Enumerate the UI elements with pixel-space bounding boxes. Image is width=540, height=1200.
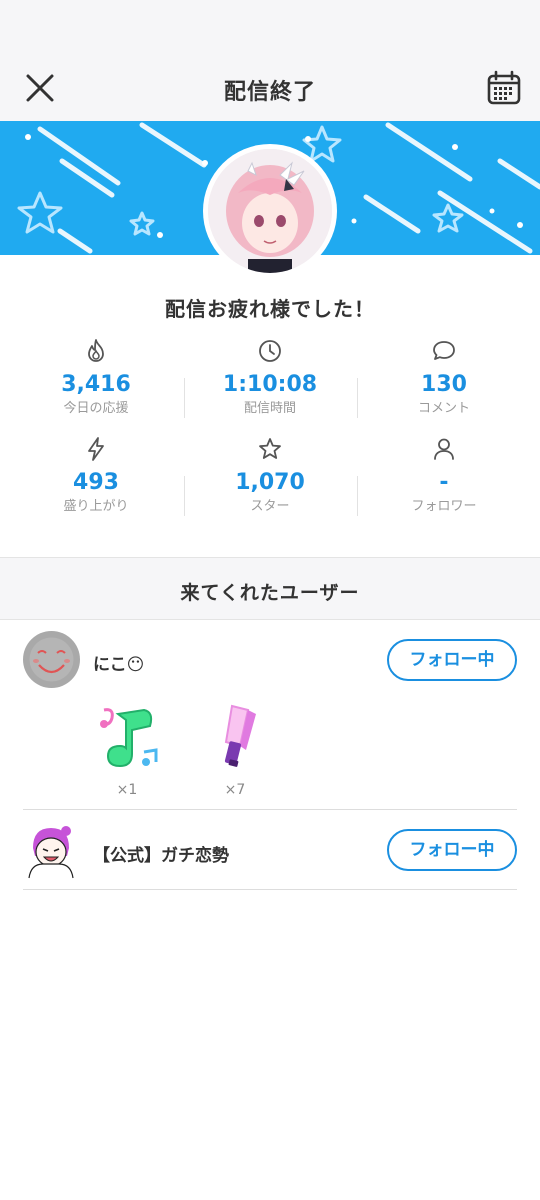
visitors-section-header: 来てくれたユーザー (0, 557, 540, 620)
gift-count: ×7 (224, 782, 246, 798)
follow-button[interactable]: フォロー中 (387, 829, 517, 871)
comment-icon (433, 341, 455, 360)
streamer-avatar (203, 144, 337, 278)
stat-value: 130 (421, 372, 467, 397)
user-name[interactable]: 【公式】ガチ恋勢 (93, 841, 229, 866)
avatar[interactable] (23, 631, 80, 688)
gift-item: ×7 (200, 702, 270, 798)
stat-value: 493 (73, 470, 119, 495)
stat-value: 3,416 (61, 372, 131, 397)
header: 配信終了 (0, 50, 540, 122)
gift-count: ×1 (116, 782, 138, 798)
user-avatar-image (23, 822, 80, 879)
calendar-icon[interactable] (486, 70, 522, 106)
stat-label: フォロワー (411, 499, 477, 514)
music-note-gift-icon (100, 708, 158, 768)
avatar[interactable] (23, 822, 80, 879)
stat-stars: 1,070 スター (180, 436, 360, 516)
stat-label: コメント (417, 401, 470, 416)
row-divider (23, 889, 517, 890)
star-icon (259, 438, 281, 459)
clock-icon (259, 340, 281, 362)
stat-label: 配信時間 (243, 401, 296, 416)
stat-value: 1,070 (235, 470, 305, 495)
user-name[interactable]: にこ😶 (93, 650, 144, 675)
stat-excitement: 493 盛り上がり (6, 436, 186, 516)
stat-comments: 130 コメント (354, 338, 534, 418)
row-divider (23, 809, 517, 810)
stat-stream-time: 1:10:08 配信時間 (180, 338, 360, 418)
status-bar (0, 0, 540, 50)
page-title: 配信終了 (223, 80, 316, 105)
stat-value: - (439, 470, 449, 495)
section-title: 来てくれたユーザー (180, 582, 360, 604)
user-icon (434, 438, 454, 460)
stat-followers: - フォロワー (354, 436, 534, 516)
stat-value: 1:10:08 (222, 372, 318, 397)
gift-item: ×1 (92, 702, 162, 798)
user-avatar-image (23, 631, 80, 688)
stream-finished-message: 配信お疲れ様でした！ (165, 297, 375, 321)
streamer-avatar-image (208, 149, 332, 273)
stat-label: 盛り上がり (63, 499, 129, 514)
stat-label: 今日の応援 (63, 401, 129, 416)
follow-button[interactable]: フォロー中 (387, 639, 517, 681)
stat-label: スター (250, 499, 290, 514)
stat-support: 3,416 今日の応援 (6, 338, 186, 418)
flame-icon (88, 339, 104, 362)
glow-stick-gift-icon (224, 704, 256, 767)
lightning-icon (88, 437, 104, 461)
